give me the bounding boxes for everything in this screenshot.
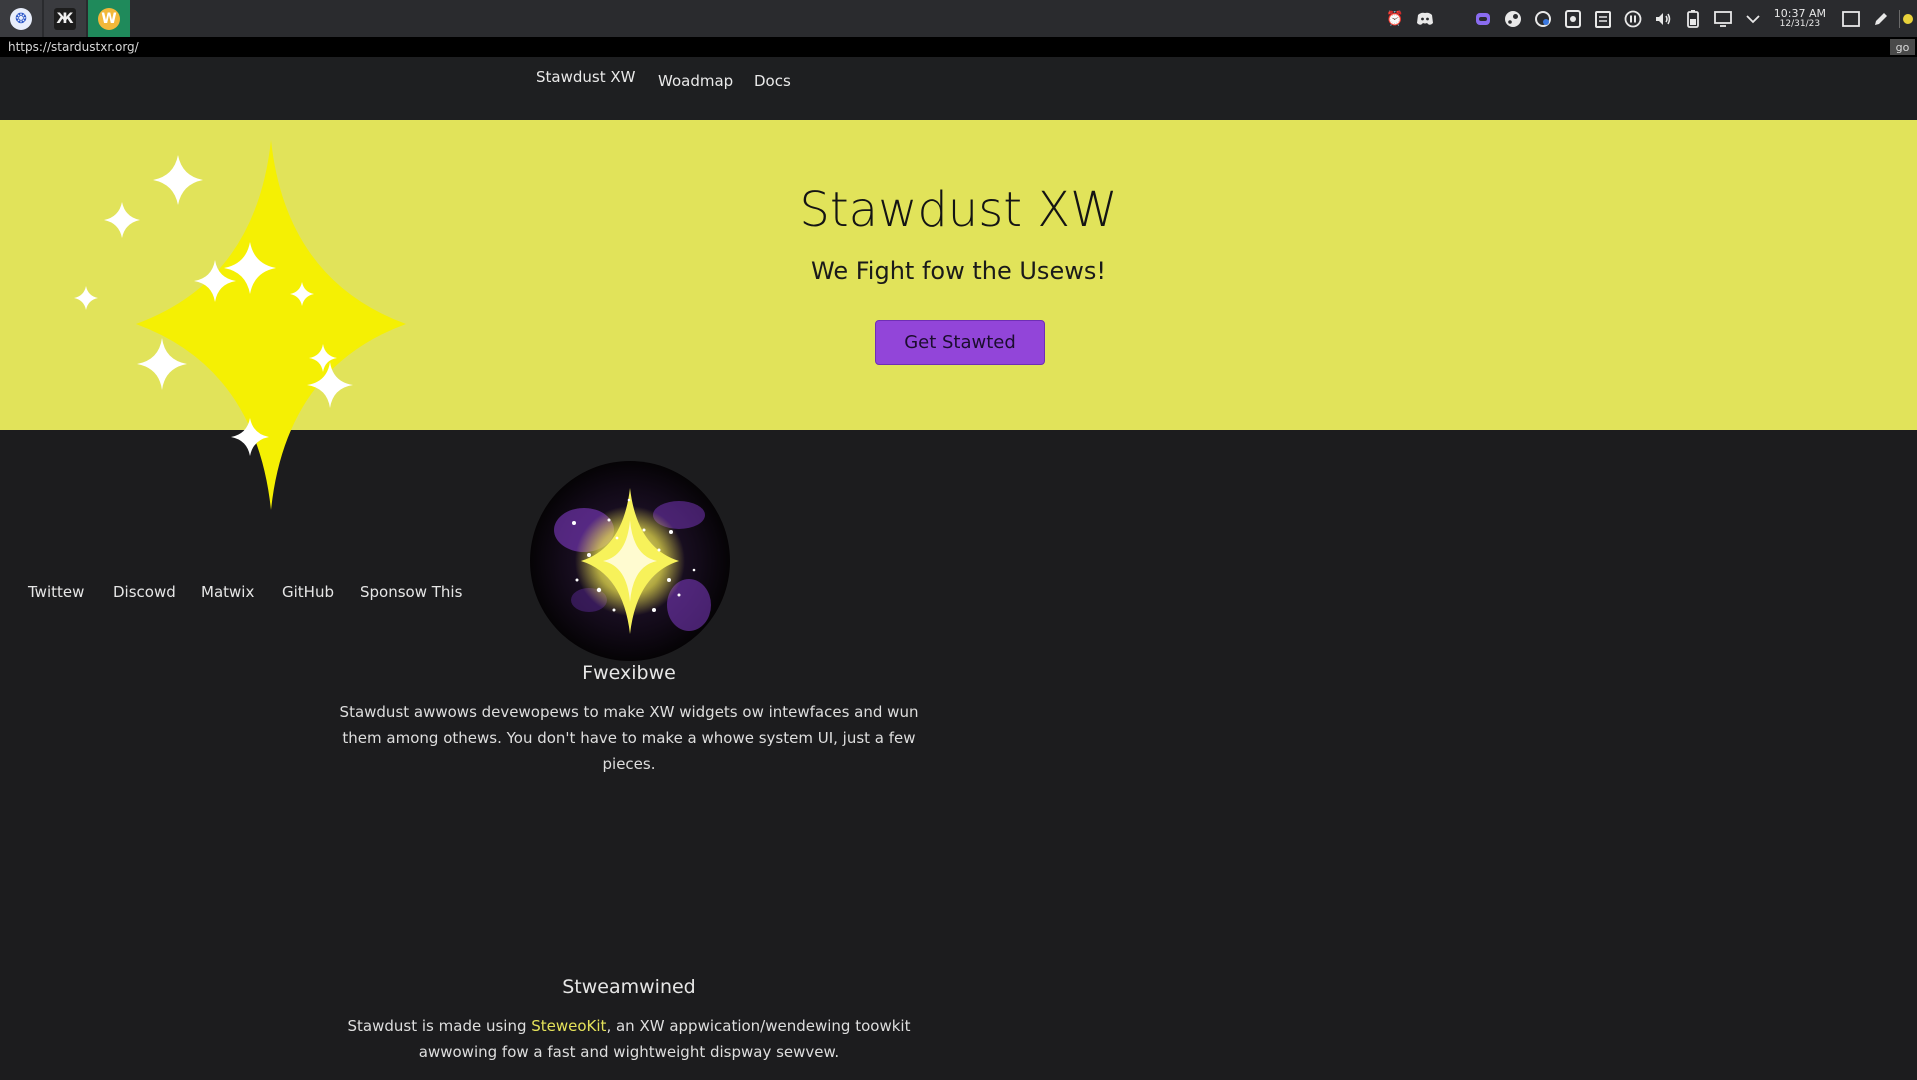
github-link[interactable]: GitHub: [282, 583, 334, 601]
clock-time: 10:37 AM: [1773, 6, 1826, 20]
app-launcher-icon: ❂: [10, 7, 32, 30]
streamlined-text-before: Stawdust is made using: [347, 1017, 532, 1035]
taskbar: ❂ Ж W ⏰ 10:37 AM 12/31/23: [0, 0, 1917, 37]
browser-app-icon: W: [98, 7, 120, 30]
site-navbar: Stawdust XW Woadmap Docs: [0, 57, 1917, 120]
clock[interactable]: 10:37 AM 12/31/23: [1774, 8, 1826, 30]
matrix-link[interactable]: Matwix: [201, 583, 254, 601]
taskbar-browser[interactable]: W: [88, 0, 130, 37]
pen-icon[interactable]: [1871, 9, 1891, 29]
battery-icon[interactable]: [1683, 9, 1703, 29]
flexible-section-title: Fwexibwe: [582, 662, 676, 684]
sparkle-logo-icon: [74, 140, 406, 510]
stereokit-link[interactable]: SteweoKit: [531, 1017, 606, 1035]
flexible-section-text: Stawdust awwows devewopews to make XW wi…: [339, 703, 919, 773]
steam-icon[interactable]: [1503, 9, 1523, 29]
disk-icon[interactable]: [1563, 9, 1583, 29]
clock-date: 12/31/23: [1779, 18, 1821, 29]
twitter-link[interactable]: Twittew: [28, 583, 84, 601]
nav-docs-link[interactable]: Docs: [754, 72, 791, 90]
taskbar-terminal[interactable]: Ж: [44, 0, 86, 37]
nav-roadmap-link[interactable]: Woadmap: [658, 72, 733, 90]
show-desktop-icon[interactable]: [1841, 9, 1861, 29]
update-icon[interactable]: [1533, 9, 1553, 29]
streamlined-section-text: Stawdust is made using SteweoKit, an XW …: [330, 1013, 928, 1065]
discord-link[interactable]: Discowd: [113, 583, 176, 601]
flexible-orb-image: [530, 461, 730, 661]
sponsor-link[interactable]: Sponsow This: [360, 583, 462, 601]
terminal-app-icon: Ж: [54, 7, 76, 30]
go-button[interactable]: go: [1890, 39, 1915, 55]
get-started-button[interactable]: Get Stawted: [875, 320, 1045, 365]
system-tray: ⏰ 10:37 AM 12/31/23: [1380, 0, 1917, 37]
media-pause-icon[interactable]: [1623, 9, 1643, 29]
vr-headset-icon[interactable]: [1473, 9, 1493, 29]
streamlined-section-title: Stweamwined: [562, 976, 696, 998]
discord-icon[interactable]: [1415, 9, 1435, 29]
url-bar: go: [0, 37, 1917, 57]
url-input[interactable]: [6, 38, 1884, 56]
volume-icon[interactable]: [1653, 9, 1673, 29]
status-indicator-icon[interactable]: [1903, 13, 1913, 24]
tray-divider: [1899, 9, 1900, 28]
alarm-icon[interactable]: ⏰: [1385, 9, 1405, 29]
display-icon[interactable]: [1713, 9, 1733, 29]
clipboard-icon[interactable]: [1593, 9, 1613, 29]
chevron-down-icon[interactable]: [1743, 9, 1763, 29]
taskbar-app-launcher[interactable]: ❂: [0, 0, 42, 37]
nav-brand-link[interactable]: Stawdust XW: [536, 68, 635, 86]
